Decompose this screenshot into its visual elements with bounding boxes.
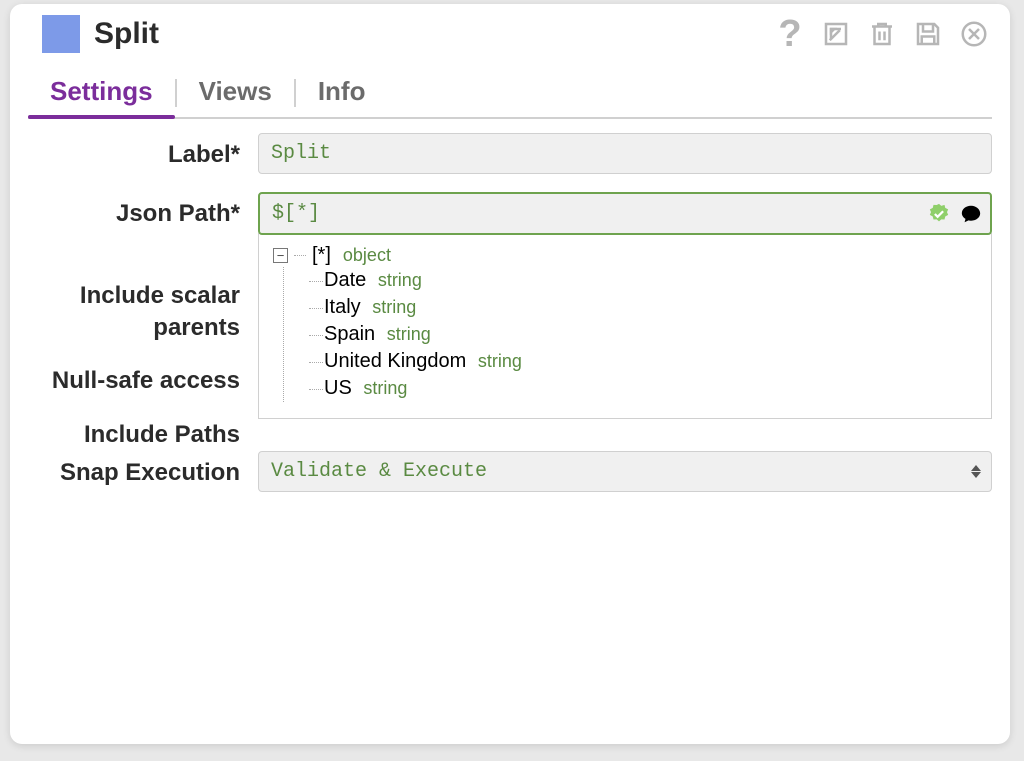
jsonpath-input[interactable] (258, 192, 992, 235)
row-label: Label* (28, 133, 992, 174)
snap-execution-label: Snap Execution (28, 451, 258, 489)
tree-node[interactable]: United Kingdom string (310, 348, 977, 375)
tab-settings[interactable]: Settings (28, 70, 175, 117)
save-icon[interactable] (910, 16, 946, 52)
tree-node[interactable]: Date string (310, 267, 977, 294)
dialog-header: Split ? (28, 10, 992, 58)
settings-form: Label* Json Path* (28, 133, 992, 492)
jsonpath-tree-dropdown[interactable]: − [*] object Date string Italy string (258, 233, 992, 419)
jsonpath-label: Json Path* (28, 192, 258, 230)
include-scalar-parents-label: Include scalar parents (28, 280, 240, 345)
open-external-icon[interactable] (818, 16, 854, 52)
tree-root-type: object (343, 245, 391, 266)
label-input[interactable] (258, 133, 992, 174)
tree-node-type: string (378, 270, 422, 290)
snap-settings-dialog: Split ? Settings Views Info Label* (10, 4, 1010, 744)
tab-bar: Settings Views Info (28, 70, 992, 119)
tree-node-type: string (363, 378, 407, 398)
close-icon[interactable] (956, 16, 992, 52)
toolbar: ? (772, 16, 992, 52)
help-icon[interactable]: ? (772, 16, 808, 52)
tree-node-type: string (478, 351, 522, 371)
dialog-title: Split (94, 17, 772, 51)
tree-root-name: [*] (312, 244, 331, 267)
tree-node[interactable]: Italy string (310, 294, 977, 321)
tree-children: Date string Italy string Spain string (283, 267, 977, 402)
tree-collapse-icon[interactable]: − (273, 248, 288, 263)
tree-node-name: Italy (324, 296, 361, 318)
validated-icon (928, 203, 950, 225)
tab-info[interactable]: Info (296, 70, 388, 117)
null-safe-access-label: Null-safe access (28, 367, 240, 395)
tree-node[interactable]: Spain string (310, 321, 977, 348)
tree-node-name: Spain (324, 323, 375, 345)
tree-node-name: US (324, 377, 352, 399)
tree-node-name: Date (324, 269, 366, 291)
comment-icon[interactable] (960, 203, 982, 225)
snap-color-chip (42, 15, 80, 53)
snap-execution-select[interactable]: Validate & Execute (258, 451, 992, 492)
snap-execution-value: Validate & Execute (271, 460, 487, 483)
tree-node[interactable]: US string (310, 375, 977, 402)
include-paths-label: Include Paths (28, 421, 240, 449)
tree-node-type: string (372, 297, 416, 317)
label-label: Label* (28, 133, 258, 171)
jsonpath-badges (928, 203, 982, 225)
tree-root[interactable]: − [*] object (273, 244, 977, 267)
tree-node-type: string (387, 324, 431, 344)
tab-views[interactable]: Views (177, 70, 294, 117)
select-stepper-icon (971, 465, 981, 478)
row-snap-execution: Snap Execution Validate & Execute (28, 451, 992, 492)
tree-node-name: United Kingdom (324, 350, 466, 372)
trash-icon[interactable] (864, 16, 900, 52)
